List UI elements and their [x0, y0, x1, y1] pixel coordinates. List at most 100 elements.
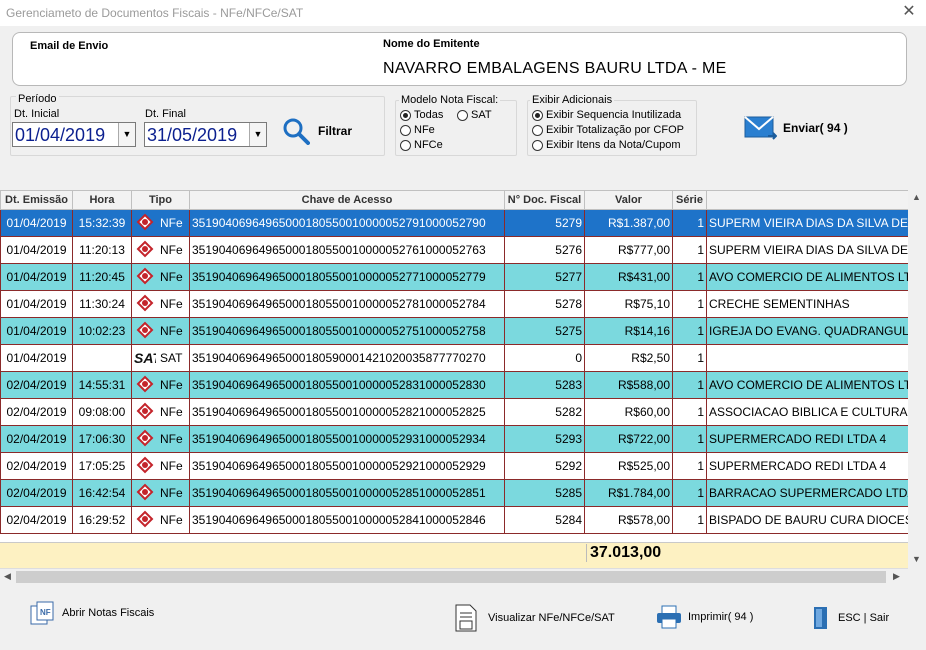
- scroll-down-icon[interactable]: ▼: [912, 554, 921, 564]
- cell-chave: 3519040696496500018055001000005283100005…: [189, 371, 505, 399]
- nfe-icon: [134, 483, 156, 504]
- radio-nfe[interactable]: NFe: [400, 124, 435, 136]
- table-row[interactable]: 02/04/2019 17:05:25 NFe 3519040696496500018…: [0, 452, 908, 480]
- cell-destinatario: AVO COMERCIO DE ALIMENTOS LT: [706, 263, 908, 291]
- cell-chave: 3519040696496500018055001000005285100005…: [189, 479, 505, 507]
- filtrar-label: Filtrar: [318, 124, 353, 138]
- cell-hora: [72, 344, 132, 372]
- cell-valor: R$1.784,00: [584, 479, 673, 507]
- tipo-label: NFe: [160, 459, 183, 473]
- dt-inicial-input[interactable]: 01/04/2019 ▼: [12, 122, 136, 147]
- table-row[interactable]: 02/04/2019 14:55:31 NFe 3519040696496500018…: [0, 371, 908, 399]
- col-valor[interactable]: Valor: [584, 190, 673, 210]
- radio-totalizacao-cfop[interactable]: Exibir Totalização por CFOP: [532, 124, 684, 136]
- table-row[interactable]: 01/04/2019 11:30:24 NFe 3519040696496500018…: [0, 290, 908, 318]
- col-hora[interactable]: Hora: [72, 190, 132, 210]
- cell-destinatario: AVO COMERCIO DE ALIMENTOS LT: [706, 371, 908, 399]
- scroll-up-icon[interactable]: ▲: [912, 192, 921, 202]
- table-row[interactable]: 02/04/2019 09:08:00 NFe 3519040696496500018…: [0, 398, 908, 426]
- cell-chave: 3519040696496500018055001000005292100005…: [189, 452, 505, 480]
- dt-final-value: 31/05/2019: [147, 125, 238, 145]
- cell-serie: 1: [672, 317, 707, 345]
- scroll-thumb[interactable]: [16, 571, 886, 583]
- cell-tipo: NFe: [131, 452, 190, 480]
- tipo-label: NFe: [160, 243, 183, 257]
- nfe-icon: [134, 294, 156, 315]
- radio-dot: [532, 139, 543, 151]
- table-row[interactable]: 01/04/2019 11:20:45 NFe 3519040696496500018…: [0, 263, 908, 291]
- col-serie[interactable]: Série: [672, 190, 707, 210]
- cell-valor: R$1.387,00: [584, 209, 673, 237]
- abrir-notas-label: Abrir Notas Fiscais: [62, 607, 155, 619]
- filtrar-button[interactable]: Filtrar: [282, 116, 362, 146]
- radio-itens-nota[interactable]: Exibir Itens da Nota/Cupom: [532, 139, 681, 151]
- cell-dt-emissao: 02/04/2019: [0, 371, 73, 399]
- table-row[interactable]: 01/04/2019 SAT SAT 351904069649650001805900…: [0, 344, 908, 372]
- chevron-down-icon[interactable]: ▼: [249, 123, 266, 146]
- radio-sequencia-inutilizada[interactable]: Exibir Sequencia Inutilizada: [532, 109, 681, 121]
- cell-dt-emissao: 02/04/2019: [0, 452, 73, 480]
- radio-label: NFe: [414, 124, 435, 136]
- cell-valor: R$722,00: [584, 425, 673, 453]
- cell-num-doc: 5282: [504, 398, 585, 426]
- table-row[interactable]: 01/04/2019 15:32:39 NFe 3519040696496500018…: [0, 209, 908, 237]
- tipo-label: NFe: [160, 324, 183, 338]
- chevron-down-icon[interactable]: ▼: [118, 123, 135, 146]
- nfe-icon: [134, 510, 156, 531]
- tipo-label: NFe: [160, 216, 183, 230]
- col-dt-emissao[interactable]: Dt. Emissão: [0, 190, 73, 210]
- cell-dt-emissao: 02/04/2019: [0, 398, 73, 426]
- cell-tipo: NFe: [131, 506, 190, 534]
- cell-valor: R$60,00: [584, 398, 673, 426]
- dt-final-input[interactable]: 31/05/2019 ▼: [144, 122, 267, 147]
- radio-label: Exibir Sequencia Inutilizada: [546, 109, 682, 121]
- abrir-notas-button[interactable]: NF Abrir Notas Fiscais: [28, 600, 154, 626]
- cell-serie: 1: [672, 398, 707, 426]
- radio-todas[interactable]: Todas: [400, 109, 443, 121]
- documents-table[interactable]: Dt. Emissão Hora Tipo Chave de Acesso N°…: [0, 190, 908, 542]
- cell-valor: R$588,00: [584, 371, 673, 399]
- cell-dt-emissao: 01/04/2019: [0, 344, 73, 372]
- nfe-icon: [134, 321, 156, 342]
- cell-valor: R$578,00: [584, 506, 673, 534]
- cell-serie: 1: [672, 452, 707, 480]
- close-icon[interactable]: ✕: [898, 2, 920, 22]
- cell-num-doc: 5276: [504, 236, 585, 264]
- nfe-icon: [134, 267, 156, 288]
- imprimir-button[interactable]: Imprimir( 94 ): [656, 604, 753, 630]
- enviar-button[interactable]: Enviar( 94 ): [744, 112, 864, 144]
- vertical-scrollbar[interactable]: ▲ ▼: [908, 190, 926, 568]
- cell-tipo: NFe: [131, 236, 190, 264]
- table-row[interactable]: 02/04/2019 16:42:54 NFe 3519040696496500018…: [0, 479, 908, 507]
- cell-dt-emissao: 02/04/2019: [0, 479, 73, 507]
- radio-dot: [400, 124, 411, 136]
- cell-tipo: NFe: [131, 479, 190, 507]
- nfe-icon: [134, 213, 156, 234]
- cell-dt-emissao: 02/04/2019: [0, 506, 73, 534]
- emitente-label: Nome do Emitente: [383, 38, 480, 50]
- col-num-doc[interactable]: N° Doc. Fiscal: [504, 190, 585, 210]
- table-row[interactable]: 01/04/2019 10:02:23 NFe 3519040696496500018…: [0, 317, 908, 345]
- radio-dot: [400, 139, 411, 151]
- printer-icon: [657, 605, 681, 629]
- cell-num-doc: 5277: [504, 263, 585, 291]
- radio-sat[interactable]: SAT: [457, 109, 492, 121]
- visualizar-button[interactable]: Visualizar NFe/NFCe/SAT: [452, 603, 615, 633]
- sair-button[interactable]: ESC | Sair: [812, 605, 889, 631]
- col-tipo[interactable]: Tipo: [131, 190, 190, 210]
- radio-nfce[interactable]: NFCe: [400, 139, 443, 151]
- cell-destinatario: IGREJA DO EVANG. QUADRANGULA: [706, 317, 908, 345]
- table-row[interactable]: 01/04/2019 11:20:13 NFe 3519040696496500018…: [0, 236, 908, 264]
- col-destinatario[interactable]: [706, 190, 908, 210]
- scroll-right-icon[interactable]: ▶: [893, 571, 900, 582]
- radio-dot: [400, 109, 411, 121]
- col-chave[interactable]: Chave de Acesso: [189, 190, 505, 210]
- cell-chave: 3519040696496500018055001000005277100005…: [189, 263, 505, 291]
- tipo-label: NFe: [160, 297, 183, 311]
- horizontal-scrollbar[interactable]: ◀ ▶: [0, 568, 908, 585]
- cell-hora: 15:32:39: [72, 209, 132, 237]
- sat-icon: SAT: [134, 348, 156, 369]
- scroll-left-icon[interactable]: ◀: [4, 571, 11, 582]
- table-row[interactable]: 02/04/2019 16:29:52 NFe 3519040696496500018…: [0, 506, 908, 534]
- table-row[interactable]: 02/04/2019 17:06:30 NFe 3519040696496500018…: [0, 425, 908, 453]
